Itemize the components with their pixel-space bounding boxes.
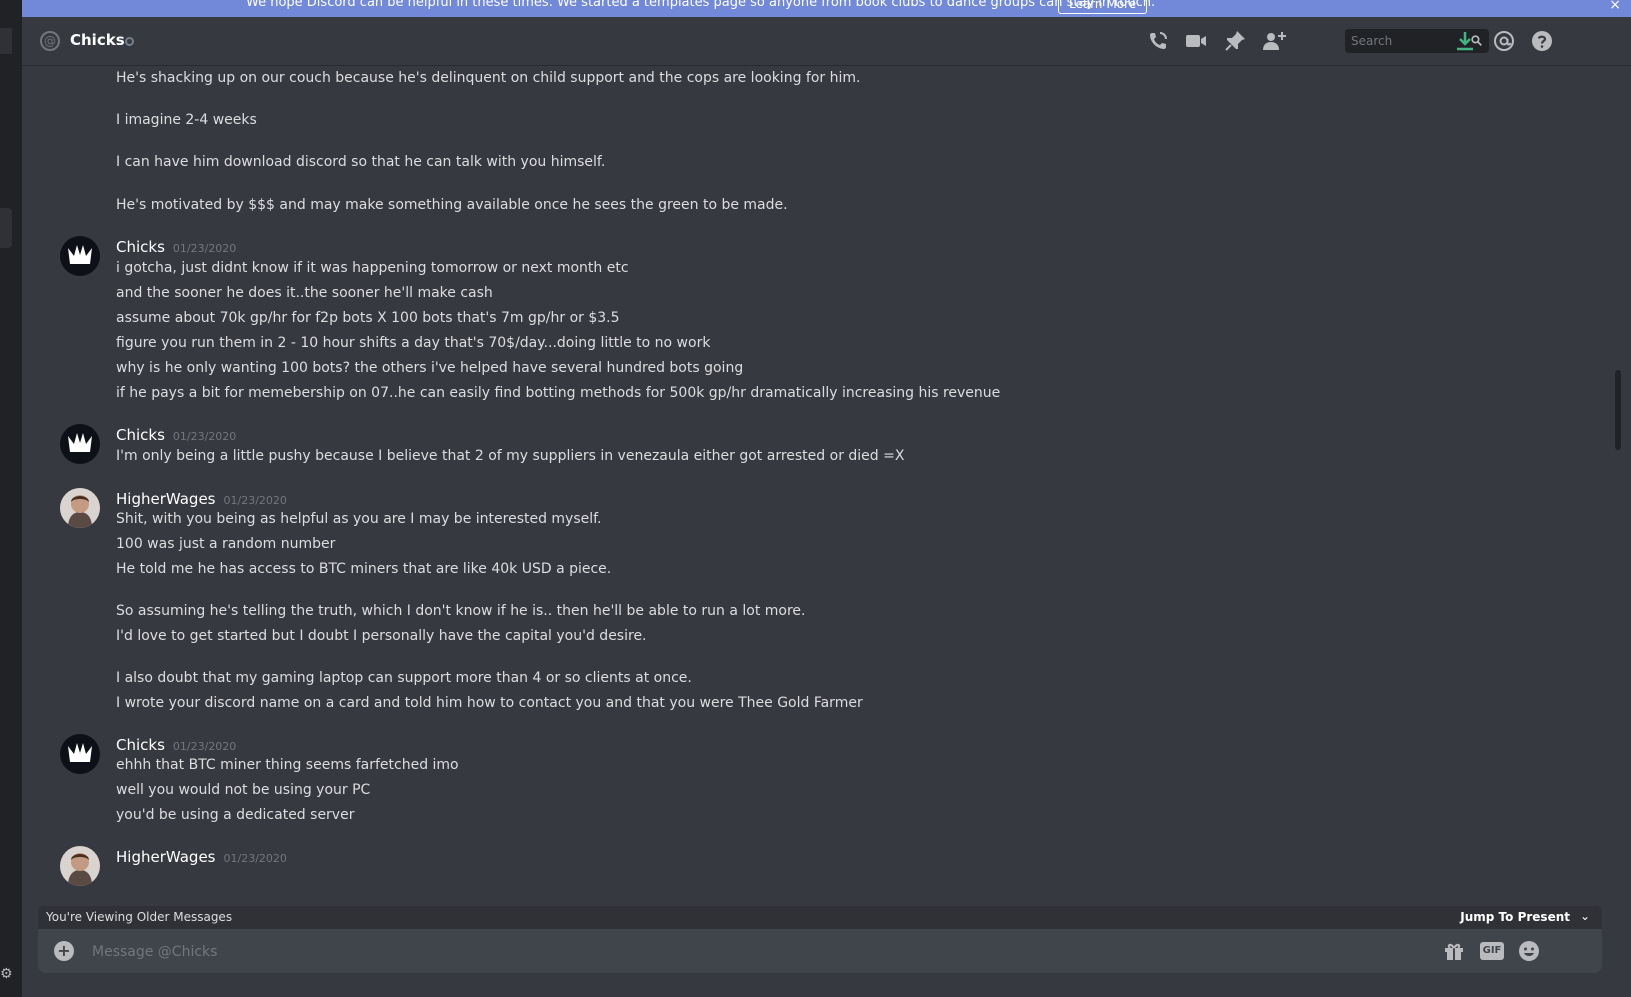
- crown-avatar-icon: [68, 433, 92, 452]
- chevron-down-icon[interactable]: ⌄: [1580, 909, 1590, 923]
- older-messages-bar[interactable]: You're Viewing Older Messages Jump To Pr…: [38, 906, 1602, 929]
- older-messages-label: You're Viewing Older Messages: [46, 910, 233, 924]
- message-line: I imagine 2-4 weeks: [116, 112, 257, 128]
- banner-text: We hope Discord can be helpful in these …: [246, 0, 1156, 10]
- message-line: He's motivated by $$$ and may make somet…: [116, 197, 788, 213]
- message-input[interactable]: [90, 939, 1394, 965]
- video-call-icon[interactable]: [1184, 29, 1208, 53]
- server-sidebar: ⚙: [0, 0, 22, 997]
- message-timestamp: 01/23/2020: [172, 740, 237, 753]
- home-indicator[interactable]: [0, 28, 12, 54]
- message-line: assume about 70k gp/hr for f2p bots X 10…: [116, 310, 620, 326]
- jump-to-present-button[interactable]: Jump To Present: [1460, 910, 1570, 924]
- message-line: I can have him download discord so that …: [116, 154, 606, 170]
- search-placeholder: Search: [1351, 34, 1393, 48]
- user-photo-avatar-icon: [60, 488, 100, 528]
- message-line: I'd love to get started but I doubt I pe…: [116, 628, 647, 644]
- channel-title: Chicks: [70, 31, 125, 49]
- gif-picker-button[interactable]: GIF: [1480, 942, 1504, 960]
- crown-avatar-icon: [68, 743, 92, 762]
- message-line: I'm only being a little pushy because I …: [116, 448, 905, 464]
- avatar[interactable]: [60, 734, 100, 774]
- help-icon[interactable]: [1530, 29, 1554, 53]
- message-line: well you would not be using your PC: [116, 782, 371, 798]
- message-line: I also doubt that my gaming laptop can s…: [116, 670, 692, 686]
- scrollbar-thumb[interactable]: [1615, 370, 1621, 450]
- author-name[interactable]: HigherWages: [116, 848, 216, 866]
- add-friend-icon[interactable]: [1262, 29, 1286, 53]
- message-line: I wrote your discord name on a card and …: [116, 695, 863, 711]
- message-line: 100 was just a random number: [116, 536, 336, 552]
- author-name[interactable]: HigherWages: [116, 490, 216, 508]
- message-author[interactable]: HigherWages 01/23/2020: [116, 490, 287, 508]
- message-line: you'd be using a dedicated server: [116, 807, 355, 823]
- avatar[interactable]: [60, 846, 100, 886]
- message-line: He told me he has access to BTC miners t…: [116, 561, 612, 577]
- download-icon[interactable]: [1453, 29, 1477, 53]
- selected-server-indicator[interactable]: [0, 208, 12, 248]
- avatar[interactable]: [60, 236, 100, 276]
- settings-gear-icon[interactable]: ⚙: [0, 966, 13, 982]
- message-line: and the sooner he does it..the sooner he…: [116, 285, 493, 301]
- message-line: Shit, with you being as helpful as you a…: [116, 511, 602, 527]
- mentions-icon[interactable]: [1492, 29, 1516, 53]
- message-line: figure you run them in 2 - 10 hour shift…: [116, 335, 711, 351]
- message-list: He's shacking up on our couch because he…: [22, 65, 1608, 910]
- avatar[interactable]: [60, 488, 100, 528]
- message-author[interactable]: Chicks 01/23/2020: [116, 736, 236, 754]
- message-line: i gotcha, just didnt know if it was happ…: [116, 260, 629, 276]
- gift-icon[interactable]: [1442, 939, 1466, 963]
- message-author[interactable]: Chicks 01/23/2020: [116, 238, 236, 256]
- message-line: He's shacking up on our couch because he…: [116, 70, 861, 86]
- dm-at-icon: @: [40, 31, 60, 51]
- status-offline-icon: [125, 37, 134, 46]
- message-timestamp: 01/23/2020: [223, 852, 287, 865]
- message-author[interactable]: Chicks 01/23/2020: [116, 426, 236, 444]
- crown-avatar-icon: [68, 245, 92, 264]
- emoji-icon[interactable]: [1517, 939, 1541, 963]
- announcement-banner: We hope Discord can be helpful in these …: [22, 0, 1631, 17]
- author-name[interactable]: Chicks: [116, 238, 165, 256]
- user-photo-avatar-icon: [60, 846, 100, 886]
- message-line: if he pays a bit for memebership on 07..…: [116, 385, 1001, 401]
- message-author[interactable]: HigherWages 01/23/2020: [116, 848, 287, 866]
- channel-header: @ Chicks Search: [22, 17, 1631, 65]
- attach-plus-icon[interactable]: +: [54, 941, 74, 961]
- avatar[interactable]: [60, 424, 100, 464]
- message-line: ehhh that BTC miner thing seems farfetch…: [116, 757, 459, 773]
- learn-more-button[interactable]: Learn More: [1058, 0, 1148, 14]
- message-composer: + GIF: [38, 929, 1602, 973]
- voice-call-icon[interactable]: [1146, 29, 1170, 53]
- pinned-messages-icon[interactable]: [1223, 29, 1247, 53]
- message-timestamp: 01/23/2020: [172, 242, 237, 255]
- message-timestamp: 01/23/2020: [223, 494, 287, 507]
- message-line: So assuming he's telling the truth, whic…: [116, 603, 806, 619]
- message-timestamp: 01/23/2020: [172, 430, 237, 443]
- author-name[interactable]: Chicks: [116, 736, 165, 754]
- banner-close-icon[interactable]: ×: [1609, 0, 1621, 13]
- message-line: why is he only wanting 100 bots? the oth…: [116, 360, 744, 376]
- author-name[interactable]: Chicks: [116, 426, 165, 444]
